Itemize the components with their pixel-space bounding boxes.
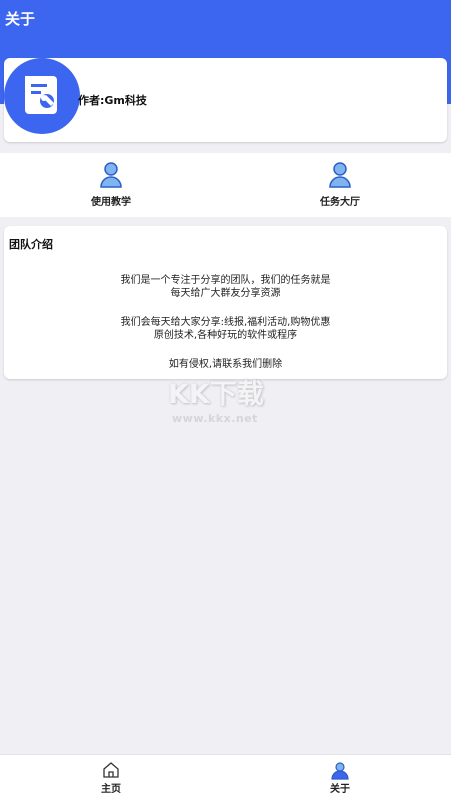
- bottom-tab-bar: 主页 关于: [0, 754, 451, 796]
- team-intro-title: 团队介绍: [9, 238, 53, 251]
- tab-about-label: 关于: [330, 784, 350, 795]
- person-icon: [329, 162, 351, 188]
- tab-about[interactable]: 关于: [300, 755, 380, 796]
- team-intro-card: 团队介绍 我们是一个专注于分享的团队，我们的任务就是 每天给广大群友分享资源 我…: [4, 226, 447, 379]
- page-title: 关于: [5, 10, 36, 28]
- team-intro-line: 我们是一个专注于分享的团队，我们的任务就是: [120, 275, 331, 286]
- person-icon: [100, 162, 122, 188]
- watermark-logo: KK下载: [168, 379, 264, 410]
- watermark-url: www.kkx.net: [172, 412, 258, 425]
- task-hall-button[interactable]: 任务大厅: [280, 153, 400, 217]
- watermark: KK下载 www.kkx.net: [168, 372, 288, 428]
- team-intro-line: 每天给广大群友分享资源: [170, 288, 281, 299]
- team-intro-line: 原创技术,各种好玩的软件或程序: [153, 330, 298, 341]
- home-icon: [103, 762, 119, 778]
- tab-home[interactable]: 主页: [71, 755, 151, 796]
- task-hall-label: 任务大厅: [320, 197, 360, 208]
- shortcut-bar: 使用教学 任务大厅: [0, 153, 451, 217]
- tutorial-button[interactable]: 使用教学: [51, 153, 171, 217]
- person-icon: [331, 762, 349, 780]
- app-logo: [4, 58, 80, 134]
- author-label: 作者:Gm科技: [78, 94, 147, 107]
- team-intro-line: 如有侵权,请联系我们删除: [168, 359, 283, 370]
- tab-home-label: 主页: [101, 784, 121, 795]
- team-intro-line: 我们会每天给大家分享:线报,福利活动,购物优惠: [120, 317, 331, 328]
- document-wrench-icon: [25, 76, 57, 114]
- tutorial-label: 使用教学: [91, 197, 131, 208]
